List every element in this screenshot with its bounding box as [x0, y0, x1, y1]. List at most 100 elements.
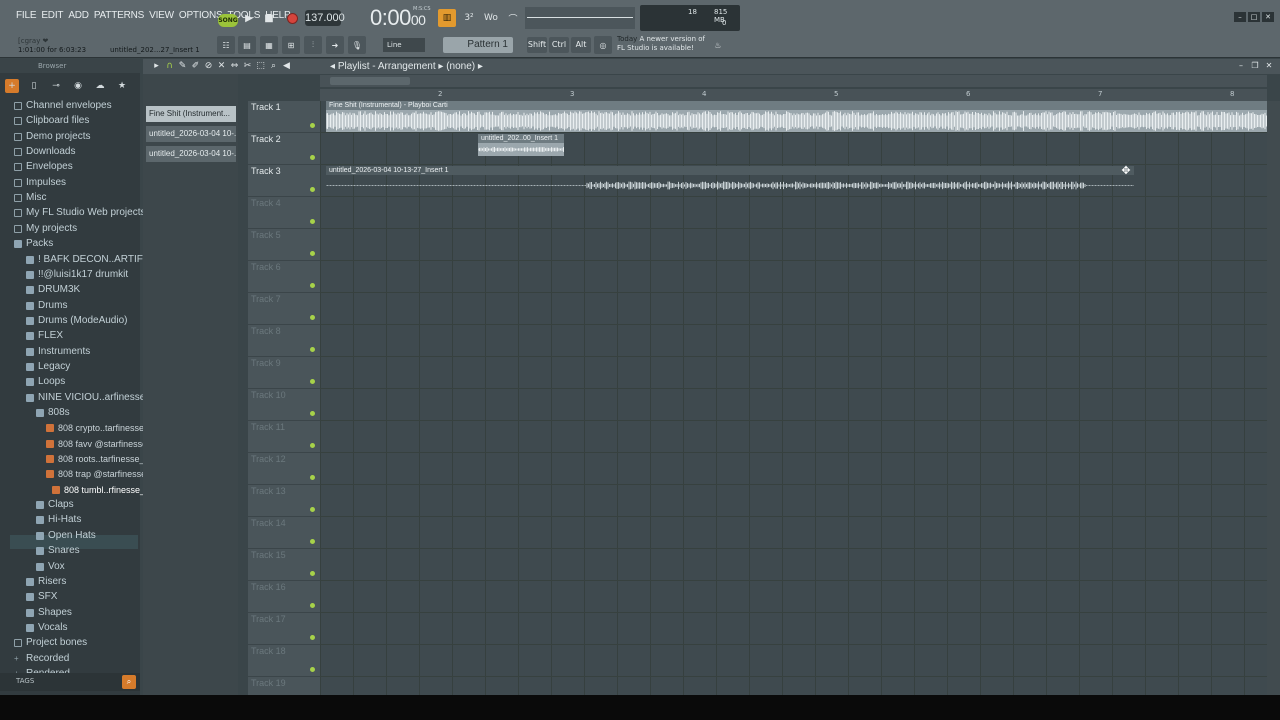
- playback-icon[interactable]: ◀: [281, 60, 292, 72]
- browser-item[interactable]: Impulses: [14, 176, 66, 190]
- pencil-icon[interactable]: ✎: [177, 60, 188, 72]
- track-mute-led[interactable]: [310, 379, 315, 384]
- playlist-minimize-button[interactable]: –: [1236, 61, 1246, 71]
- browser-item[interactable]: Downloads: [14, 145, 75, 159]
- piano-roll-button[interactable]: ▦: [260, 36, 278, 54]
- track-mute-led[interactable]: [310, 251, 315, 256]
- browser-search-button[interactable]: ⌕: [122, 675, 136, 689]
- track-header[interactable]: Track 1: [248, 101, 320, 133]
- menu-add[interactable]: ADD: [68, 10, 89, 21]
- update-button[interactable]: ♨: [709, 36, 727, 54]
- vertical-scrollbar[interactable]: [1267, 101, 1280, 695]
- browser-item[interactable]: SFX: [26, 590, 57, 604]
- browser-item[interactable]: 808 roots..tarfinesse_: [46, 452, 145, 466]
- track-mute-led[interactable]: [310, 347, 315, 352]
- track-header[interactable]: Track 9: [248, 357, 320, 389]
- tempo-display[interactable]: 137.000: [305, 10, 345, 26]
- track-mute-led[interactable]: [310, 187, 315, 192]
- track-header[interactable]: Track 12: [248, 453, 320, 485]
- browser-item[interactable]: Snares: [36, 544, 80, 558]
- browser-item[interactable]: Vox: [36, 560, 65, 574]
- track-mute-led[interactable]: [310, 155, 315, 160]
- track-header[interactable]: Track 17: [248, 613, 320, 645]
- menu-view[interactable]: VIEW: [149, 10, 174, 21]
- track-mute-led[interactable]: [310, 411, 315, 416]
- browser-plugin-button[interactable]: ⊸: [49, 79, 63, 93]
- track-mute-led[interactable]: [310, 667, 315, 672]
- browser-item[interactable]: Legacy: [26, 360, 70, 374]
- track-mute-led[interactable]: [310, 219, 315, 224]
- metronome-button[interactable]: ▥: [438, 9, 456, 27]
- minimize-button[interactable]: –: [1234, 12, 1246, 22]
- zoom-icon[interactable]: ⌕: [268, 60, 279, 72]
- slice-icon[interactable]: ✂: [242, 60, 253, 72]
- browser-item[interactable]: + Recorded: [14, 652, 69, 666]
- track-header[interactable]: Track 18: [248, 645, 320, 677]
- track-header[interactable]: Track 8: [248, 325, 320, 357]
- track-header[interactable]: Track 10: [248, 389, 320, 421]
- track-mute-led[interactable]: [310, 539, 315, 544]
- browser-cloud-button[interactable]: ☁: [93, 79, 107, 93]
- browser-item[interactable]: Envelopes: [14, 160, 73, 174]
- browser-item[interactable]: Instruments: [26, 345, 90, 359]
- arrangement-name[interactable]: (none): [446, 61, 475, 72]
- audio-clip[interactable]: untitled_202..00_Insert 1: [478, 134, 564, 156]
- menu-patterns[interactable]: PATTERNS: [94, 10, 144, 21]
- record-button[interactable]: [283, 10, 301, 26]
- browser-item[interactable]: Demo projects: [14, 130, 90, 144]
- delete-icon[interactable]: ⊘: [203, 60, 214, 72]
- menu-file[interactable]: FILE: [16, 10, 37, 21]
- browser-item[interactable]: NINE VICIOU..arfinesse_: [26, 391, 151, 405]
- snap-selector[interactable]: Line: [383, 38, 425, 52]
- track-header[interactable]: Track 19: [248, 677, 320, 695]
- brush-icon[interactable]: ✐: [190, 60, 201, 72]
- track-header[interactable]: Track 5: [248, 229, 320, 261]
- track-header[interactable]: Track 7: [248, 293, 320, 325]
- countdown-button[interactable]: 3²: [460, 9, 478, 27]
- select-icon[interactable]: ⬚: [255, 60, 266, 72]
- online-news-button[interactable]: ◎: [594, 36, 612, 54]
- close-button[interactable]: ✕: [1262, 12, 1274, 22]
- browser-item[interactable]: Drums: [26, 299, 67, 313]
- browser-button[interactable]: ⫶: [304, 36, 322, 54]
- browser-item[interactable]: Shapes: [26, 606, 72, 620]
- track-header[interactable]: Track 3: [248, 165, 320, 197]
- track-mute-led[interactable]: [310, 635, 315, 640]
- track-header[interactable]: Track 16: [248, 581, 320, 613]
- slip-icon[interactable]: ⇔: [229, 60, 240, 72]
- browser-item[interactable]: !!@luisi1k17 drumkit: [26, 268, 128, 282]
- track-header[interactable]: Track 11: [248, 421, 320, 453]
- channel-rack-button[interactable]: ▤: [238, 36, 256, 54]
- browser-item[interactable]: Open Hats: [36, 529, 96, 543]
- browser-item[interactable]: My FL Studio Web projects: [14, 206, 146, 220]
- track-header[interactable]: Track 13: [248, 485, 320, 517]
- track-mute-led[interactable]: [310, 283, 315, 288]
- browser-item[interactable]: Misc: [14, 191, 47, 205]
- track-header[interactable]: Track 4: [248, 197, 320, 229]
- browser-sound-button[interactable]: ◉: [71, 79, 85, 93]
- browser-all-button[interactable]: +: [5, 79, 19, 93]
- browser-item[interactable]: Hi-Hats: [36, 513, 81, 527]
- browser-item[interactable]: Drums (ModeAudio): [26, 314, 127, 328]
- browser-item[interactable]: 808 crypto..tarfinesse_: [46, 421, 149, 435]
- browser-item[interactable]: 808s: [36, 406, 70, 420]
- track-mute-led[interactable]: [310, 603, 315, 608]
- ctrl-key-button[interactable]: Ctrl: [549, 37, 569, 53]
- plugin-picker-button[interactable]: ➜: [326, 36, 344, 54]
- arrangement-grid[interactable]: Fine Shit (Instrumental) - Playboi Carti…: [320, 101, 1267, 695]
- track-mute-led[interactable]: [310, 315, 315, 320]
- audio-clip[interactable]: Fine Shit (Instrumental) - Playboi Carti: [326, 101, 1267, 132]
- browser-item[interactable]: Packs: [14, 237, 53, 251]
- track-header[interactable]: Track 14: [248, 517, 320, 549]
- browser-item[interactable]: Claps: [36, 498, 74, 512]
- timeline-ruler[interactable]: 2 3 4 5 6 7 8: [320, 89, 1267, 101]
- wait-input-button[interactable]: Wo: [482, 9, 500, 27]
- magnet-icon[interactable]: ∩: [164, 60, 175, 72]
- browser-item[interactable]: My projects: [14, 222, 77, 236]
- maximize-button[interactable]: □: [1248, 12, 1260, 22]
- playlist-view-button[interactable]: ☷: [217, 36, 235, 54]
- scrollbar-thumb[interactable]: [330, 77, 410, 85]
- alt-key-button[interactable]: Alt: [571, 37, 591, 53]
- browser-item[interactable]: Channel envelopes: [14, 99, 112, 113]
- browser-item[interactable]: DRUM3K: [26, 283, 80, 297]
